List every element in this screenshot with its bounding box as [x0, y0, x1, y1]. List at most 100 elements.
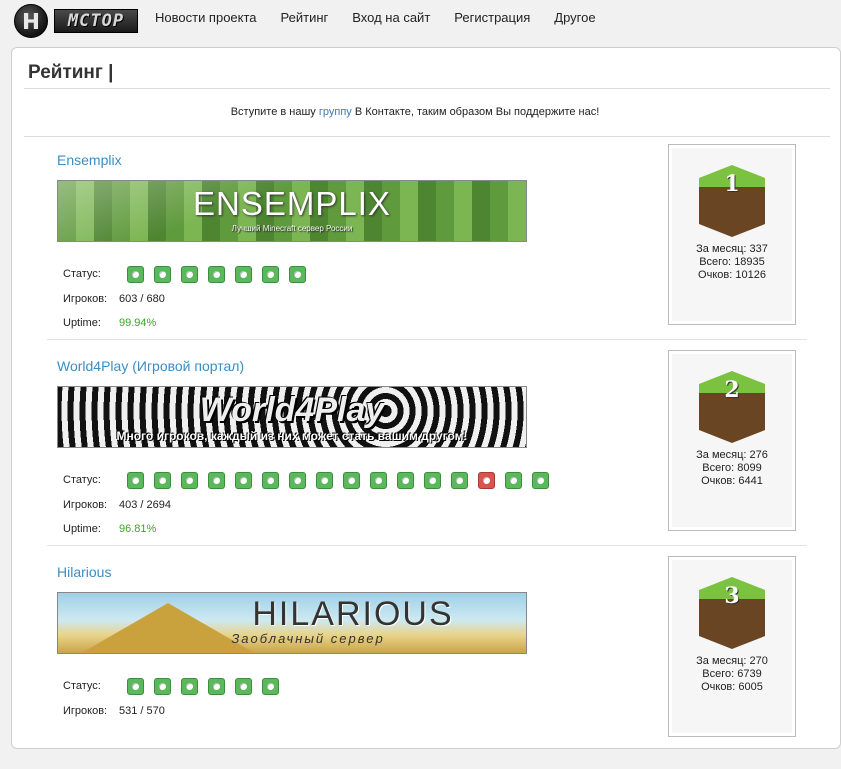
status-online-icon	[235, 266, 252, 283]
status-online-icon	[208, 266, 225, 283]
page-title: Рейтинг |	[28, 62, 114, 83]
points-label: Очков:	[701, 681, 736, 693]
total-value: 8099	[737, 462, 762, 474]
server-banner[interactable]: HILARIOUS Заоблачный сервер	[57, 592, 527, 654]
menu-item-rating[interactable]: Рейтинг	[281, 10, 329, 26]
status-online-icon	[262, 472, 279, 489]
server-entry: Ensemplix ENSEMPLIX Лучший Minecraft сер…	[12, 144, 840, 357]
status-online-icon	[289, 472, 306, 489]
points-value: 6005	[738, 681, 763, 693]
rating-panel: Рейтинг | Вступите в нашу группу В Конта…	[11, 47, 841, 749]
month-label: За месяц:	[696, 655, 747, 667]
rank-box: 3 За месяц: 270 Всего: 6739 Очков: 6005	[668, 556, 796, 737]
server-banner[interactable]: ENSEMPLIX Лучший Minecraft сервер России	[57, 180, 527, 242]
players-row: Игроков: 603 / 680	[63, 293, 165, 305]
status-offline-icon	[478, 472, 495, 489]
entry-divider	[47, 545, 807, 546]
points-label: Очков:	[698, 269, 733, 281]
status-icons	[127, 266, 316, 283]
status-online-icon	[154, 266, 171, 283]
server-name-link[interactable]: Ensemplix	[57, 152, 122, 168]
server-entry: Hilarious HILARIOUS Заоблачный сервер Ст…	[12, 556, 840, 769]
server-name-link[interactable]: World4Play (Игровой портал)	[57, 358, 244, 374]
players-value: 403 / 2694	[119, 499, 171, 511]
uptime-value: 96.81%	[119, 523, 157, 535]
players-label: Игроков:	[63, 705, 108, 717]
rank-number: 3	[724, 583, 740, 609]
status-online-icon	[343, 472, 360, 489]
total-votes: Всего: 8099	[669, 462, 795, 475]
status-online-icon	[262, 678, 279, 695]
month-value: 270	[749, 655, 768, 667]
status-online-icon	[181, 678, 198, 695]
total-label: Всего:	[702, 668, 735, 680]
banner-subtitle: Лучший Minecraft сервер России	[231, 224, 353, 233]
main-menu: Новости проекта Рейтинг Вход на сайт Рег…	[155, 10, 620, 26]
logo-wordmark: MCTOP	[54, 9, 138, 33]
players-row: Игроков: 531 / 570	[63, 705, 165, 717]
status-online-icon	[127, 678, 144, 695]
top-navigation: MCTOP Новости проекта Рейтинг Вход на са…	[0, 0, 841, 40]
status-online-icon	[505, 472, 522, 489]
month-votes: За месяц: 276	[669, 449, 795, 462]
status-online-icon	[181, 472, 198, 489]
status-online-icon	[208, 678, 225, 695]
grass-block-icon: 1	[699, 165, 765, 237]
month-votes: За месяц: 337	[669, 243, 795, 256]
rank-box: 1 За месяц: 337 Всего: 18935 Очков: 1012…	[668, 144, 796, 325]
banner-title: World4Play	[199, 391, 385, 429]
status-label: Статус:	[63, 474, 101, 486]
status-online-icon	[532, 472, 549, 489]
rank-box: 2 За месяц: 276 Всего: 8099 Очков: 6441	[668, 350, 796, 531]
status-online-icon	[208, 472, 225, 489]
rank-number: 2	[724, 377, 740, 403]
points: Очков: 6441	[669, 475, 795, 488]
month-label: За месяц:	[696, 243, 747, 255]
vk-group-link[interactable]: группу	[319, 106, 352, 118]
menu-item-news[interactable]: Новости проекта	[155, 10, 257, 26]
status-online-icon	[127, 266, 144, 283]
points-label: Очков:	[701, 475, 736, 487]
uptime-row: Uptime: 96.81%	[63, 523, 156, 535]
uptime-label: Uptime:	[63, 317, 101, 329]
total-value: 18935	[734, 256, 765, 268]
banner-subtitle: Заоблачный сервер	[231, 631, 385, 646]
month-value: 337	[749, 243, 768, 255]
total-value: 6739	[737, 668, 762, 680]
notice-divider	[24, 136, 830, 137]
rank-number: 1	[724, 171, 740, 197]
month-label: За месяц:	[696, 449, 747, 461]
status-online-icon	[289, 266, 306, 283]
status-icons	[127, 678, 289, 695]
notice-text-before: Вступите в нашу	[230, 106, 319, 118]
status-row: Статус:	[63, 474, 119, 486]
players-value: 603 / 680	[119, 293, 165, 305]
menu-item-login[interactable]: Вход на сайт	[352, 10, 430, 26]
total-label: Всего:	[699, 256, 732, 268]
menu-item-other[interactable]: Другое	[554, 10, 595, 26]
uptime-row: Uptime: 99.94%	[63, 317, 156, 329]
total-votes: Всего: 6739	[669, 668, 795, 681]
players-value: 531 / 570	[119, 705, 165, 717]
banner-title: HILARIOUS	[252, 595, 454, 633]
menu-item-register[interactable]: Регистрация	[454, 10, 530, 26]
total-votes: Всего: 18935	[669, 256, 795, 269]
status-online-icon	[424, 472, 441, 489]
server-banner[interactable]: World4Play Много игроков, каждый из них …	[57, 386, 527, 448]
site-logo[interactable]: MCTOP	[10, 3, 140, 38]
banner-title: ENSEMPLIX	[193, 185, 391, 222]
status-row: Статус:	[63, 680, 119, 692]
grass-block-icon: 3	[699, 577, 765, 649]
status-online-icon	[154, 472, 171, 489]
status-label: Статус:	[63, 268, 101, 280]
title-divider	[24, 88, 830, 89]
total-label: Всего:	[702, 462, 735, 474]
server-entry: World4Play (Игровой портал) World4Play М…	[12, 350, 840, 563]
status-online-icon	[370, 472, 387, 489]
month-votes: За месяц: 270	[669, 655, 795, 668]
logo-emblem-icon	[14, 4, 48, 38]
status-online-icon	[316, 472, 333, 489]
uptime-label: Uptime:	[63, 523, 101, 535]
points: Очков: 10126	[669, 269, 795, 282]
server-name-link[interactable]: Hilarious	[57, 564, 111, 580]
